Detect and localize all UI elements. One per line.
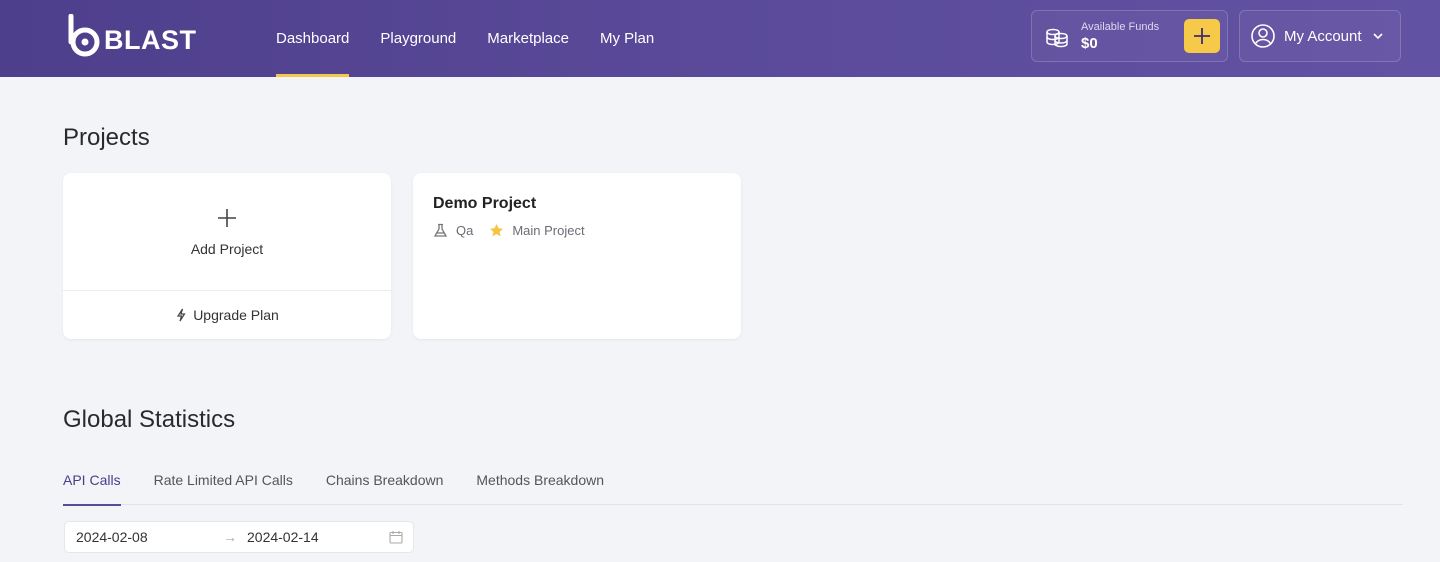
blast-logo-icon	[68, 14, 100, 57]
funds-value: $0	[1081, 35, 1098, 52]
project-tag-label: Main Project	[512, 223, 585, 238]
account-label: My Account	[1284, 27, 1362, 45]
project-tag-environment: Qa	[433, 223, 473, 238]
main-nav: Dashboard Playground Marketplace My Plan	[276, 0, 685, 77]
plus-icon	[1194, 28, 1210, 44]
start-date-input[interactable]	[76, 529, 196, 545]
flask-icon	[433, 223, 448, 237]
tab-methods-breakdown[interactable]: Methods Breakdown	[476, 462, 604, 505]
tab-rate-limited-api-calls[interactable]: Rate Limited API Calls	[154, 462, 293, 505]
top-navbar: BLAST Dashboard Playground Marketplace M…	[0, 0, 1440, 77]
plus-icon	[218, 209, 236, 227]
brand-name: BLAST	[104, 24, 197, 55]
tab-api-calls[interactable]: API Calls	[63, 462, 121, 506]
project-card-demo[interactable]: Demo Project Qa Main Project	[413, 173, 741, 339]
project-tag-main: Main Project	[489, 223, 585, 238]
nav-my-plan[interactable]: My Plan	[600, 0, 654, 77]
end-date-input[interactable]	[247, 529, 367, 545]
nav-dashboard[interactable]: Dashboard	[276, 0, 350, 77]
upgrade-plan-link[interactable]: Upgrade Plan	[63, 290, 391, 339]
project-tag-label: Qa	[456, 223, 474, 238]
nav-playground[interactable]: Playground	[380, 0, 456, 77]
nav-marketplace[interactable]: Marketplace	[487, 0, 569, 77]
statistics-tabs: API Calls Rate Limited API Calls Chains …	[63, 462, 1403, 506]
account-menu-button[interactable]: My Account	[1239, 10, 1401, 62]
tab-chains-breakdown[interactable]: Chains Breakdown	[326, 462, 444, 505]
global-statistics-title: Global Statistics	[63, 406, 236, 433]
coins-icon	[1046, 28, 1068, 48]
calendar-icon[interactable]	[389, 530, 403, 544]
project-title: Demo Project	[433, 195, 537, 212]
funds-label: Available Funds	[1081, 21, 1160, 33]
add-project-label: Add Project	[190, 241, 264, 257]
add-project-card[interactable]: Add Project Upgrade Plan	[63, 173, 391, 339]
available-funds-widget: Available Funds $0	[1031, 10, 1228, 62]
lightning-icon	[177, 308, 186, 321]
star-icon	[490, 223, 504, 237]
date-range-arrow: →	[223, 529, 237, 545]
chevron-down-icon	[1372, 33, 1383, 40]
user-circle-icon	[1251, 24, 1275, 48]
brand-logo[interactable]: BLAST	[66, 14, 197, 58]
upgrade-plan-label: Upgrade Plan	[193, 306, 279, 323]
date-range-picker[interactable]: →	[64, 521, 414, 553]
add-funds-button[interactable]	[1184, 19, 1220, 53]
projects-title: Projects	[63, 124, 150, 151]
project-tags: Qa Main Project	[433, 223, 601, 238]
